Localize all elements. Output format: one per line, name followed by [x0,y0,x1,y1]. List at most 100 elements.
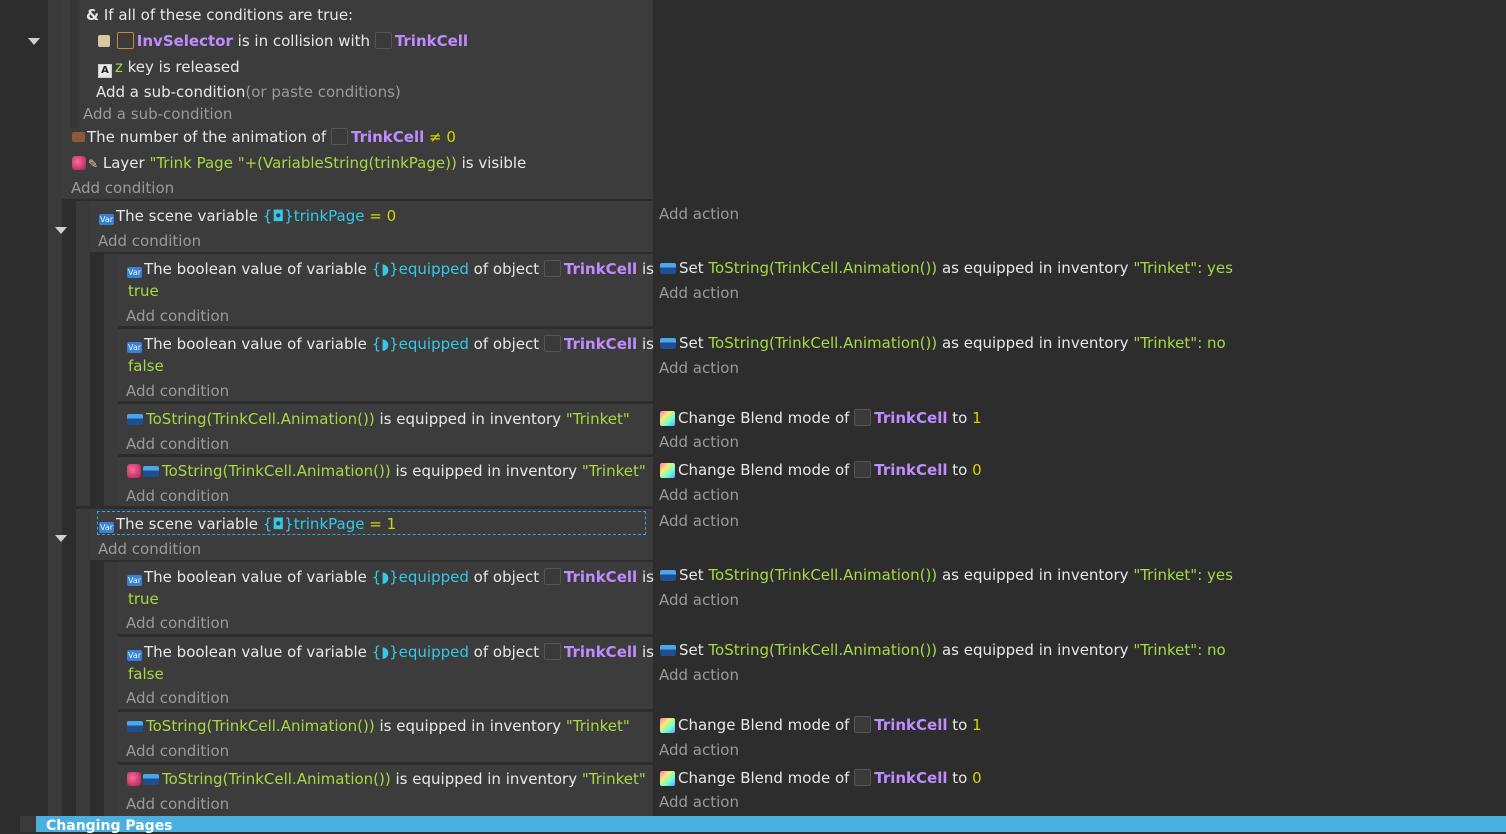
inverted-condition-icon [72,156,86,170]
inventory-icon [143,774,159,785]
add-action[interactable]: Add action [659,282,739,304]
set-equipped-action[interactable]: Set ToString(TrinkCell.Animation()) as e… [660,332,1226,354]
add-action[interactable]: Add action [659,203,739,225]
collision-condition[interactable]: InvSelector is in collision with TrinkCe… [98,30,468,52]
add-condition[interactable]: Add condition [126,687,229,709]
set-equipped-action[interactable]: Set ToString(TrinkCell.Animation()) as e… [660,564,1233,586]
object-thumbnail-icon [854,716,872,733]
inventory-icon [127,721,143,732]
set-equipped-action[interactable]: Set ToString(TrinkCell.Animation()) as e… [660,257,1233,279]
collapse-chevron-icon[interactable] [55,535,67,542]
boolean-variable-condition[interactable]: Var The boolean value of variable {◗}equi… [127,566,654,588]
variable-icon: Var [127,575,142,586]
event-indent-bar [48,0,62,199]
add-action[interactable]: Add action [659,739,739,761]
inventory-icon [143,466,159,477]
add-condition[interactable]: Add condition [126,612,229,634]
variable-scope-icon: {◗} [371,335,399,353]
animation-number-condition[interactable]: The number of the animation of TrinkCell… [72,126,456,148]
boolean-variable-condition[interactable]: Var The boolean value of variable {◗}equi… [127,258,654,280]
add-action[interactable]: Add action [659,510,739,532]
add-sub-condition-paste[interactable]: Add a sub-condition(or paste conditions) [96,81,401,103]
object-thumbnail-icon [543,643,561,660]
object-thumbnail-icon [854,769,872,786]
keyboard-key-icon: A [98,64,112,78]
inventory-icon [660,338,676,349]
change-blend-mode-action[interactable]: Change Blend mode of TrinkCell to 1 [660,714,982,736]
scene-variable-condition[interactable]: Var The scene variable {◘}trinkPage = 1 [99,513,396,535]
subevent-indent-bar [76,201,90,506]
key-released-condition[interactable]: Az key is released [98,56,240,78]
change-blend-mode-action[interactable]: Change Blend mode of TrinkCell to 0 [660,767,982,789]
inventory-icon [127,414,143,425]
add-action[interactable]: Add action [659,589,739,611]
inventory-icon [660,263,676,274]
boolean-variable-condition[interactable]: Var The boolean value of variable {◗}equi… [127,641,654,663]
is-equipped-condition[interactable]: ToString(TrinkCell.Animation()) is equip… [127,408,630,430]
subsubevent-indent-bar [104,254,118,506]
boolean-value: true [128,282,159,300]
blend-mode-icon [660,771,675,786]
variable-icon: Var [127,650,142,661]
inverted-condition-icon [127,772,141,786]
subevent-indent-bar [76,509,90,816]
animation-icon [72,132,85,142]
add-sub-condition[interactable]: Add a sub-condition [83,103,232,125]
add-action[interactable]: Add action [659,791,739,813]
add-condition[interactable]: Add condition [126,793,229,815]
scene-variable-condition[interactable]: Var The scene variable {◘}trinkPage = 0 [99,205,396,227]
inventory-icon [660,645,676,656]
variable-icon: Var [99,522,114,533]
variable-icon: Var [127,342,142,353]
object-thumbnail-icon [854,461,872,478]
is-equipped-condition[interactable]: ToString(TrinkCell.Animation()) is equip… [127,715,630,737]
layer-pencil-icon: ✎ [88,157,99,171]
add-condition[interactable]: Add condition [126,485,229,507]
object-thumbnail-icon [116,32,134,49]
collapse-chevron-icon[interactable] [28,38,40,45]
collapse-chevron-icon[interactable] [55,227,67,234]
variable-icon: Var [127,267,142,278]
object-thumbnail-icon [543,335,561,352]
variable-scope-icon: {◗} [371,643,399,661]
variable-scope-icon: {◗} [371,260,399,278]
change-blend-mode-action[interactable]: Change Blend mode of TrinkCell to 0 [660,459,982,481]
add-condition[interactable]: Add condition [98,230,201,252]
add-condition[interactable]: Add condition [126,740,229,762]
collision-icon [98,35,110,47]
group-header-bar[interactable]: Changing Pages [36,816,1506,834]
add-condition[interactable]: Add condition [98,538,201,560]
add-condition[interactable]: Add condition [126,380,229,402]
add-action[interactable]: Add action [659,431,739,453]
ampersand-icon: & [86,6,100,24]
set-equipped-action[interactable]: Set ToString(TrinkCell.Animation()) as e… [660,639,1226,661]
add-condition[interactable]: Add condition [126,305,229,327]
variable-scope-icon: {◘} [262,515,294,533]
add-condition[interactable]: Add condition [126,433,229,455]
object-thumbnail-icon [854,409,872,426]
object-thumbnail-icon [543,260,561,277]
add-action[interactable]: Add action [659,357,739,379]
inverted-condition-icon [127,464,141,478]
add-condition[interactable]: Add condition [71,177,174,199]
and-condition-header[interactable]: & If all of these conditions are true: [86,4,353,26]
subgroup-indent-bar [70,0,79,128]
layer-visible-condition[interactable]: ✎ Layer "Trink Page "+(VariableString(tr… [72,152,526,175]
variable-scope-icon: {◗} [371,568,399,586]
not-equipped-condition[interactable]: ToString(TrinkCell.Animation()) is equip… [127,768,646,790]
boolean-value: true [128,590,159,608]
group-indent-bar [20,816,36,832]
add-action[interactable]: Add action [659,664,739,686]
boolean-value: false [128,357,164,375]
add-action[interactable]: Add action [659,484,739,506]
object-thumbnail-icon [331,128,348,145]
variable-icon: Var [99,214,114,225]
subsubevent-indent-bar [104,562,118,816]
boolean-variable-condition[interactable]: Var The boolean value of variable {◗}equi… [127,333,654,355]
boolean-value: false [128,665,164,683]
change-blend-mode-action[interactable]: Change Blend mode of TrinkCell to 1 [660,407,982,429]
blend-mode-icon [660,411,675,426]
object-thumbnail-icon [543,568,561,585]
not-equipped-condition[interactable]: ToString(TrinkCell.Animation()) is equip… [127,460,646,482]
blend-mode-icon [660,463,675,478]
